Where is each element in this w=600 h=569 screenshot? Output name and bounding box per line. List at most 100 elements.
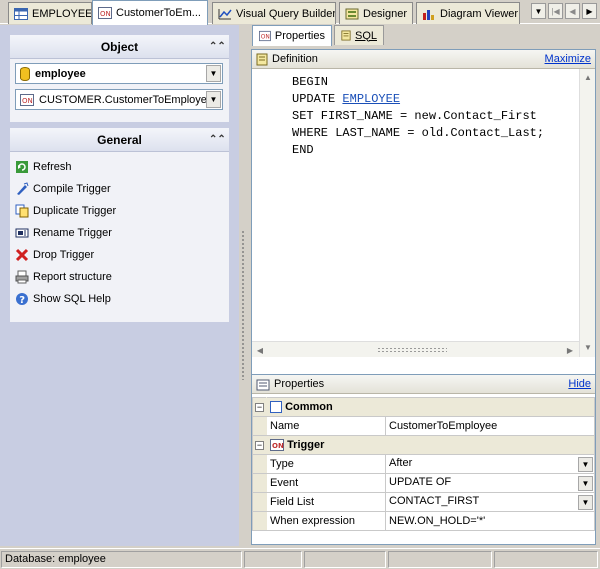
collapse-icon[interactable]: − [255, 440, 264, 450]
scroll-up-icon[interactable]: ▲ [581, 70, 595, 84]
general-panel: General ⌃⌃ Refresh Compile Trigger Dupli… [10, 128, 229, 322]
property-value[interactable]: CustomerToEmployee [385, 416, 595, 436]
property-value: UPDATE OF [389, 475, 452, 488]
section-title: Properties [274, 378, 325, 390]
query-builder-icon [218, 8, 232, 19]
previous-tab-button[interactable]: ◀ [565, 3, 580, 19]
property-row-name[interactable]: Name CustomerToEmployee [252, 416, 595, 436]
tab-visual-query-builder[interactable]: Visual Query Builder [212, 2, 336, 24]
help-icon: ? [16, 293, 28, 306]
when-expression-field[interactable]: NEW.ON_HOLD='*' [385, 511, 595, 531]
property-name: Name [266, 416, 386, 436]
properties-icon [256, 379, 270, 390]
database-name: employee [35, 67, 86, 80]
tab-diagram-viewer[interactable]: Diagram Viewer [416, 2, 520, 24]
category-row-trigger[interactable]: − ON Trigger [252, 435, 595, 455]
action-label: Compile Trigger [33, 183, 111, 195]
tab-sql[interactable]: SQL [334, 25, 384, 45]
refresh-action[interactable]: Refresh [10, 156, 229, 178]
horizontal-scrollbar[interactable]: ◀ ▶ [252, 341, 579, 357]
collapse-icon[interactable]: − [255, 402, 264, 412]
designer-icon [345, 8, 359, 19]
tab-label: EMPLOYEE [32, 7, 92, 20]
splitter-grip[interactable] [241, 230, 245, 380]
property-row-when-expression[interactable]: When expression NEW.ON_HOLD='*' [252, 511, 595, 531]
type-select[interactable]: ▼ After [385, 454, 595, 474]
code-line: BEGIN [292, 75, 329, 89]
action-label: Duplicate Trigger [33, 205, 117, 217]
first-tab-button[interactable]: |◀ [548, 3, 563, 19]
chevron-down-icon[interactable]: ▼ [206, 91, 221, 108]
object-name: CUSTOMER.CustomerToEmployee [39, 93, 214, 106]
hide-link[interactable]: Hide [568, 378, 591, 390]
tab-designer[interactable]: Designer [339, 2, 413, 24]
chevron-down-icon[interactable]: ▼ [578, 456, 593, 472]
chevron-down-icon: ▼ [534, 6, 543, 16]
category-row-common[interactable]: − Common [252, 397, 595, 417]
rename-trigger-action[interactable]: Rename Trigger [10, 222, 229, 244]
chevron-down-icon[interactable]: ▼ [578, 494, 593, 510]
tab-label: CustomerToEm... [116, 7, 201, 19]
tab-label: Visual Query Builder [236, 7, 336, 20]
tab-customer-to-employee[interactable]: ON CustomerToEm... [92, 0, 208, 25]
object-selector[interactable]: ON CUSTOMER.CustomerToEmployee ▼ [15, 89, 223, 110]
drop-trigger-action[interactable]: Drop Trigger [10, 244, 229, 266]
object-panel-header[interactable]: Object ⌃⌃ [10, 35, 229, 59]
compile-trigger-action[interactable]: Compile Trigger [10, 178, 229, 200]
trigger-icon: ON [98, 7, 112, 19]
tab-label: Designer [363, 7, 408, 20]
chevron-down-icon[interactable]: ▼ [206, 65, 221, 82]
category-label: Trigger [287, 438, 325, 451]
database-selector[interactable]: employee ▼ [15, 63, 223, 84]
trigger-icon: ON [259, 30, 271, 42]
status-cell [388, 551, 492, 568]
compile-icon [17, 182, 29, 195]
show-sql-help-action[interactable]: ? Show SQL Help [10, 288, 229, 310]
status-cell [244, 551, 302, 568]
section-title: Definition [272, 53, 318, 65]
svg-text:ON: ON [100, 10, 111, 18]
event-select[interactable]: ▼ UPDATE OF [385, 473, 595, 493]
sql-editor[interactable]: BEGIN UPDATE EMPLOYEE SET FIRST_NAME = new… [252, 69, 573, 341]
editor-subtabs: ON Properties SQL [247, 25, 600, 46]
property-row-field-list[interactable]: Field List ▼ CONTACT_FIRST [252, 492, 595, 512]
duplicate-trigger-action[interactable]: Duplicate Trigger [10, 200, 229, 222]
collapse-icon[interactable]: ⌃⌃ [209, 134, 226, 146]
properties-section: Properties Hide − Common Name CustomerTo… [251, 374, 596, 545]
trigger-icon: ON [270, 439, 284, 452]
first-icon: |◀ [551, 6, 560, 16]
svg-text:ON: ON [261, 35, 270, 41]
next-tab-button[interactable]: ▶ [582, 3, 597, 19]
collapse-icon[interactable]: ⌃⌃ [209, 41, 226, 53]
property-row-type[interactable]: Type ▼ After [252, 454, 595, 474]
employee-table-link[interactable]: EMPLOYEE [342, 92, 400, 106]
vertical-scrollbar[interactable]: ▲ ▼ [579, 69, 595, 357]
tab-employee[interactable]: EMPLOYEE [8, 2, 92, 24]
common-category-icon [270, 401, 282, 414]
object-panel: Object ⌃⌃ employee ▼ ON CUSTOMER.Custome… [10, 35, 229, 122]
report-structure-action[interactable]: Report structure [10, 266, 229, 288]
action-label: Refresh [33, 161, 72, 173]
property-row-event[interactable]: Event ▼ UPDATE OF [252, 473, 595, 493]
panel-title: Object [100, 39, 139, 54]
scroll-down-icon[interactable]: ▼ [581, 340, 595, 354]
duplicate-icon [15, 204, 29, 218]
trigger-icon: ON [20, 93, 34, 106]
field-list-select[interactable]: ▼ CONTACT_FIRST [385, 492, 595, 512]
chevron-down-icon[interactable]: ▼ [578, 475, 593, 491]
maximize-link[interactable]: Maximize [545, 53, 591, 65]
resize-grip[interactable] [377, 347, 447, 352]
drop-icon [15, 248, 29, 262]
chevron-right-icon: ▶ [586, 6, 593, 16]
report-icon [15, 270, 29, 284]
tab-list-dropdown-button[interactable]: ▼ [531, 3, 546, 19]
diagram-icon [423, 9, 434, 20]
tab-properties[interactable]: ON Properties [252, 25, 332, 46]
scroll-left-icon[interactable]: ◀ [253, 343, 267, 357]
pane-splitter[interactable] [239, 25, 247, 546]
general-panel-header[interactable]: General ⌃⌃ [10, 128, 229, 152]
svg-text:?: ? [19, 295, 25, 306]
scroll-right-icon[interactable]: ▶ [563, 343, 577, 357]
code-line: SET FIRST_NAME = new.Contact_First [292, 109, 537, 123]
rename-icon [15, 228, 29, 238]
